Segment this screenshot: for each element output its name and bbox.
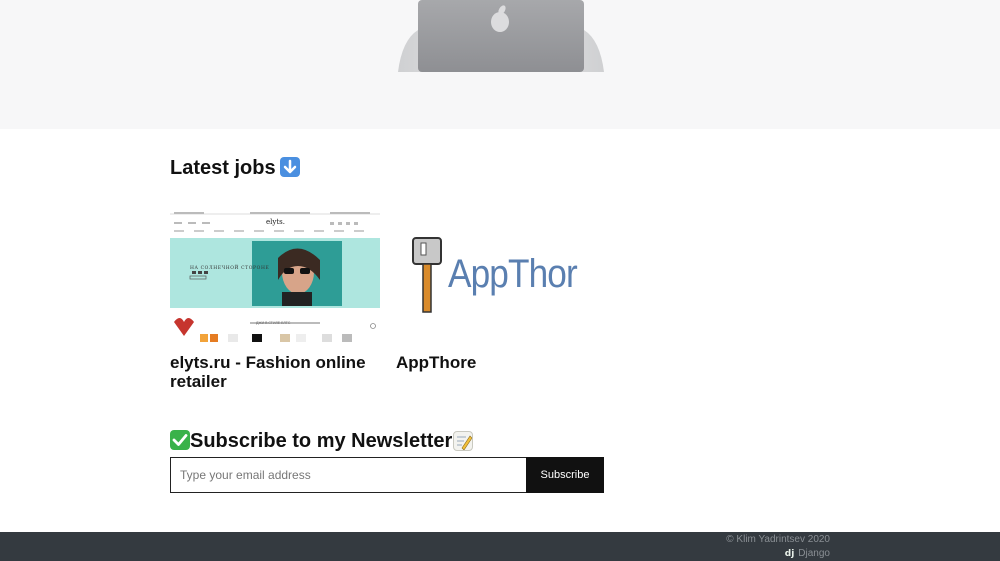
newsletter-form: Subscribe bbox=[170, 457, 604, 493]
job-thumbnail-appthore[interactable]: AppThor bbox=[396, 210, 606, 344]
django-credit-link[interactable]: dj Django bbox=[785, 548, 830, 559]
job-card-appthore[interactable]: AppThor AppThore bbox=[396, 210, 606, 372]
email-input[interactable] bbox=[170, 457, 526, 493]
memo-emoji-icon bbox=[453, 431, 474, 451]
elyts-logo: elyts. bbox=[266, 218, 285, 226]
hero-banner bbox=[0, 0, 1000, 129]
job-title-appthore[interactable]: AppThore bbox=[396, 353, 606, 372]
elyts-section-text: ДЖИ В СТИЛЕ ЕЛТС bbox=[256, 321, 291, 325]
django-label: Django bbox=[798, 548, 830, 559]
job-thumbnail-elyts[interactable]: elyts. НА СОЛНЕЧНОЙ СТОРОНЕ ДЖИ В СТИЛЕ … bbox=[170, 210, 380, 344]
latest-jobs-section: Latest jobs bbox=[170, 156, 300, 180]
footer-copyright: © Klim Yadrintsev 2020 bbox=[726, 534, 830, 545]
job-card-elyts[interactable]: elyts. НА СОЛНЕЧНОЙ СТОРОНЕ ДЖИ В СТИЛЕ … bbox=[170, 210, 380, 391]
subscribe-button[interactable]: Subscribe bbox=[526, 457, 604, 493]
job-title-elyts[interactable]: elyts.ru - Fashion online retailer bbox=[170, 353, 380, 391]
newsletter-heading: Subscribe to my Newsletter bbox=[170, 429, 474, 453]
elyts-banner-text: НА СОЛНЕЧНОЙ СТОРОНЕ bbox=[190, 266, 270, 271]
django-logo-icon: dj bbox=[784, 548, 795, 559]
check-mark-emoji-icon bbox=[170, 430, 190, 450]
latest-jobs-heading: Latest jobs bbox=[170, 156, 300, 180]
footer: © Klim Yadrintsev 2020 dj Django bbox=[0, 532, 1000, 561]
newsletter-section: Subscribe to my Newsletter bbox=[170, 429, 474, 453]
appthor-logo-text: AppThor bbox=[448, 252, 578, 296]
down-arrow-emoji-icon bbox=[279, 157, 300, 177]
laptop-image bbox=[398, 0, 604, 72]
